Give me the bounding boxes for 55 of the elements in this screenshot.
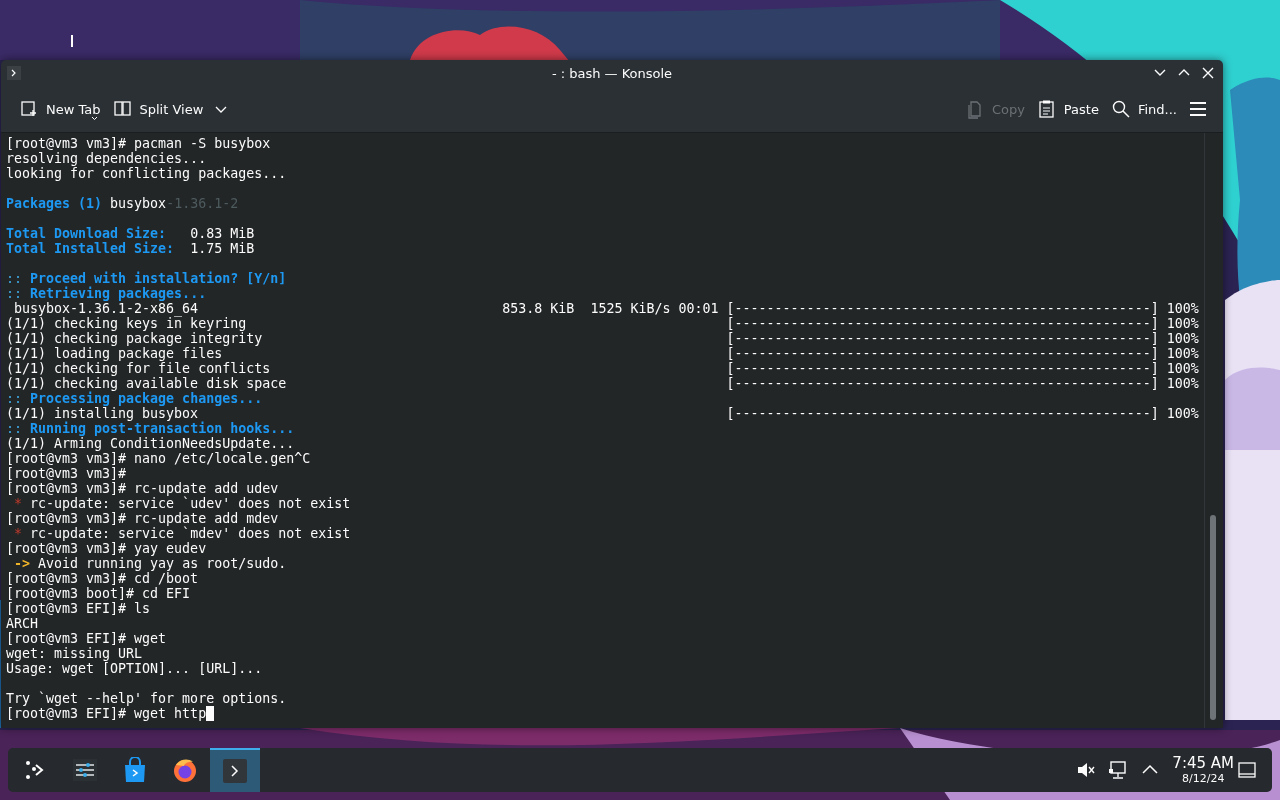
- percent-text: 100%: [1166, 406, 1199, 421]
- window-title: - : bash — Konsole: [551, 66, 673, 81]
- percent-text: 100%: [1166, 331, 1199, 346]
- terminal-line: (1/1) checking keys in keyring: [6, 316, 248, 331]
- terminal-line: [root@vm3 boot]# cd EFI: [6, 586, 192, 601]
- terminal-line: Try `wget --help' for more options.: [6, 691, 288, 706]
- terminal-line: * rc-update: service `mdev' does not exist: [13, 526, 352, 541]
- percent-text: 100%: [1166, 316, 1199, 331]
- percent-text: 100%: [1166, 346, 1199, 361]
- terminal-line: :: Retrieving packages...: [6, 286, 208, 301]
- terminal-line: Usage: wget [OPTION]... [URL]...: [6, 661, 264, 676]
- terminal-line: Total Installed Size: 1.75 MiB: [6, 241, 256, 256]
- progress-bar-text: [----------------------------------------------------]: [726, 301, 1159, 316]
- terminal-line: [root@vm3 vm3]# rc-update add udev: [6, 481, 280, 496]
- progress-bar-text: [----------------------------------------------------]: [726, 361, 1159, 376]
- new-tab-button[interactable]: New Tab: [13, 95, 107, 123]
- clock[interactable]: 7:45 AM 8/12/24: [1170, 753, 1236, 787]
- terminal-line: looking for conflicting packages...: [6, 166, 288, 181]
- progress-bar-text: [----------------------------------------------------]: [726, 346, 1159, 361]
- terminal-line: (1/1) installing busybox: [6, 406, 199, 421]
- terminal-line: * rc-update: service `udev' does not exist: [13, 496, 352, 511]
- terminal-line: :: Proceed with installation? [Y/n]: [6, 271, 288, 286]
- terminal-line: resolving dependencies...: [6, 151, 208, 166]
- terminal-line: [root@vm3 vm3]# pacman -S busybox: [6, 136, 272, 151]
- terminal-line: (1/1) checking package integrity: [6, 331, 264, 346]
- terminal-line: (1/1) Arming ConditionNeedsUpdate...: [6, 436, 296, 451]
- percent-text: 100%: [1166, 301, 1199, 316]
- terminal-line: (1/1) checking available disk space: [6, 376, 288, 391]
- progress-bar-text: [----------------------------------------------------]: [726, 376, 1159, 391]
- find-button[interactable]: Find...: [1104, 95, 1183, 123]
- percent-text: 100%: [1166, 376, 1199, 391]
- paste-button[interactable]: Paste: [1030, 95, 1105, 123]
- terminal-line: [root@vm3 vm3]# yay eudev: [6, 541, 208, 556]
- terminal-line: -> Avoid running yay as root/sudo.: [13, 556, 288, 571]
- terminal-line: [root@vm3 EFI]# wget http: [6, 706, 503, 721]
- terminal-line: [root@vm3 EFI]# ls: [6, 601, 152, 616]
- percent-text: 100%: [1166, 361, 1199, 376]
- terminal-line: :: Processing package changes...: [6, 391, 264, 406]
- terminal-line: [root@vm3 vm3]# cd /boot: [6, 571, 200, 586]
- terminal-line: [root@vm3 vm3]# nano /etc/locale.gen^C: [6, 451, 312, 466]
- progress-bar-text: [----------------------------------------------------]: [726, 331, 1159, 346]
- terminal-line: :: Running post-transaction hooks...: [6, 421, 296, 436]
- terminal-line: [root@vm3 vm3]#: [6, 466, 128, 481]
- terminal-line: wget: missing URL: [6, 646, 144, 661]
- terminal-line: busybox-1.36.1-2-x86_64: [14, 301, 199, 316]
- download-stats: 853.8 KiB 1525 KiB/s 00:01: [502, 301, 720, 316]
- progress-bar-text: [----------------------------------------------------]: [726, 406, 1159, 421]
- split-view-button[interactable]: Split View: [106, 95, 210, 123]
- terminal-line: (1/1) checking for file conflicts: [6, 361, 272, 376]
- progress-bar-text: [----------------------------------------------------]: [726, 316, 1159, 331]
- terminal-line: [root@vm3 vm3]# rc-update add mdev: [6, 511, 280, 526]
- terminal-line: ARCH: [6, 616, 40, 631]
- terminal-line: Total Download Size: 0.83 MiB: [6, 226, 256, 241]
- terminal-line: (1/1) loading package files: [6, 346, 224, 361]
- terminal-line: [root@vm3 EFI]# wget: [6, 631, 168, 646]
